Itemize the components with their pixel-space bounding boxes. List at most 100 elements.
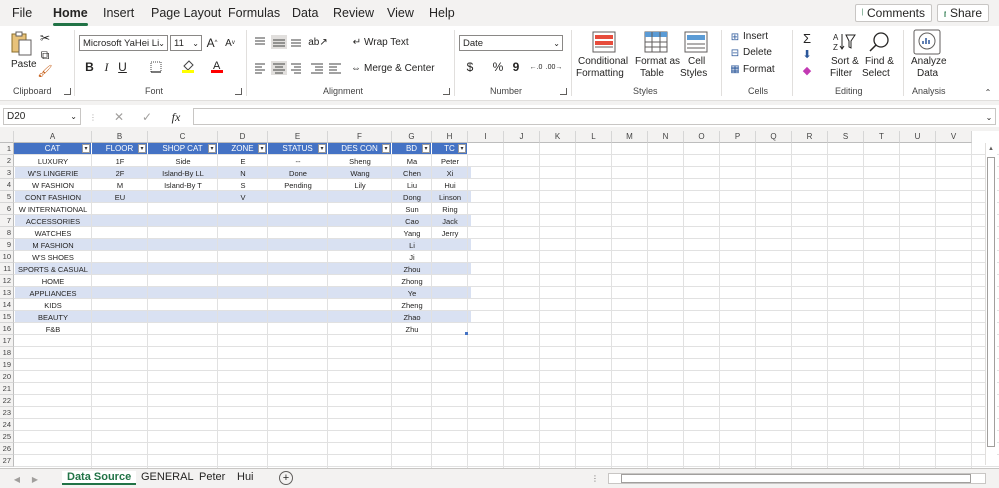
column-header[interactable]: V: [936, 131, 972, 143]
filter-label[interactable]: Filter: [830, 68, 852, 79]
table-cell[interactable]: Cao: [392, 216, 432, 227]
increase-font-icon[interactable]: A ^: [205, 35, 219, 51]
column-header[interactable]: E: [268, 131, 328, 143]
column-header[interactable]: S: [828, 131, 864, 143]
fill-color-icon[interactable]: [180, 58, 196, 74]
font-size-select[interactable]: 11 ⌄: [170, 35, 202, 51]
font-color-icon[interactable]: A: [209, 58, 225, 74]
table-cell[interactable]: Sheng: [328, 156, 392, 167]
row-header[interactable]: 13: [0, 287, 14, 299]
table-cell[interactable]: Jack: [432, 216, 468, 227]
table-header-cell[interactable]: FLOOR ▾: [92, 143, 148, 154]
row-header[interactable]: 24: [0, 419, 14, 431]
table-cell[interactable]: Ma: [392, 156, 432, 167]
cancel-icon[interactable]: ✕: [112, 110, 126, 124]
filter-dropdown-icon[interactable]: ▾: [318, 144, 326, 153]
column-header[interactable]: K: [540, 131, 576, 143]
delete-cells-icon[interactable]: ⊟: [729, 47, 741, 59]
table-cell[interactable]: APPLIANCES: [14, 288, 92, 299]
row-header[interactable]: 2: [0, 155, 14, 167]
sort-filter-icon[interactable]: AZ: [832, 31, 856, 53]
cut-icon[interactable]: ✂: [38, 31, 52, 45]
table-cell[interactable]: Xi: [432, 168, 468, 179]
table-cell[interactable]: W'S SHOES: [14, 252, 92, 263]
collapse-ribbon-icon[interactable]: ⌃: [983, 88, 993, 97]
find-select-icon[interactable]: [868, 31, 890, 53]
table-cell[interactable]: Peter: [432, 156, 468, 167]
scrollbar-thumb[interactable]: [621, 474, 971, 483]
scroll-up-icon[interactable]: ▲: [987, 145, 995, 153]
row-header[interactable]: 22: [0, 395, 14, 407]
table-cell[interactable]: Chen: [392, 168, 432, 179]
column-header[interactable]: G: [392, 131, 432, 143]
table-cell[interactable]: Linson: [432, 192, 468, 203]
format-cells-button[interactable]: Format: [743, 64, 775, 75]
tab-view[interactable]: View: [387, 6, 414, 20]
table-cell[interactable]: HOME: [14, 276, 92, 287]
row-header[interactable]: 5: [0, 191, 14, 203]
tab-data[interactable]: Data: [292, 6, 318, 20]
table-cell[interactable]: W FASHION: [14, 180, 92, 191]
fill-icon[interactable]: ⬇: [800, 47, 814, 61]
table-cell[interactable]: Ye: [392, 288, 432, 299]
name-box[interactable]: D20 ⌄: [3, 108, 81, 125]
table-cell[interactable]: SPORTS & CASUAL: [14, 264, 92, 275]
column-header[interactable]: N: [648, 131, 684, 143]
table-cell[interactable]: Lily: [328, 180, 392, 191]
conditional-formatting-icon[interactable]: [592, 31, 616, 53]
comments-button[interactable]: Comments: [855, 4, 932, 22]
row-header[interactable]: 15: [0, 311, 14, 323]
decrease-decimal-icon[interactable]: .00→: [546, 60, 563, 74]
prev-sheet-icon[interactable]: ◀: [12, 473, 22, 485]
cell-styles-icon[interactable]: [684, 31, 708, 53]
insert-function-icon[interactable]: fx: [168, 110, 184, 124]
sheet-tab-peter[interactable]: Peter: [199, 471, 225, 483]
table-cell[interactable]: W INTERNATIONAL: [14, 204, 92, 215]
sheet-tab-hui[interactable]: Hui: [237, 471, 254, 483]
row-header[interactable]: 11: [0, 263, 14, 275]
tab-review[interactable]: Review: [333, 6, 374, 20]
table-cell[interactable]: Side: [148, 156, 218, 167]
decrease-font-icon[interactable]: Av: [223, 35, 237, 51]
filter-dropdown-icon[interactable]: ▾: [382, 144, 390, 153]
table-header-cell[interactable]: TC ▾: [432, 143, 468, 154]
column-header[interactable]: R: [792, 131, 828, 143]
wrap-text-icon[interactable]: ↵: [351, 35, 363, 49]
filter-dropdown-icon[interactable]: ▾: [258, 144, 266, 153]
row-header[interactable]: 3: [0, 167, 14, 179]
more-options-icon[interactable]: ⋮: [89, 110, 97, 124]
row-header[interactable]: 23: [0, 407, 14, 419]
table-cell[interactable]: Zhao: [392, 312, 432, 323]
column-header[interactable]: B: [92, 131, 148, 143]
currency-button[interactable]: $: [462, 60, 478, 74]
row-header[interactable]: 12: [0, 275, 14, 287]
table-cell[interactable]: Liu: [392, 180, 432, 191]
table-header-cell[interactable]: CAT ▾: [14, 143, 92, 154]
analyze-data-icon[interactable]: [913, 29, 941, 55]
table-cell[interactable]: 2F: [92, 168, 148, 179]
table-cell[interactable]: Dong: [392, 192, 432, 203]
sheet-tab-data-source[interactable]: Data Source: [62, 471, 137, 485]
row-header[interactable]: 19: [0, 359, 14, 371]
merge-center-button[interactable]: Merge & Center: [364, 63, 435, 74]
column-header[interactable]: A: [14, 131, 92, 143]
table-cell[interactable]: Jerry: [432, 228, 468, 239]
copy-icon[interactable]: ⧉: [38, 48, 52, 62]
table-cell[interactable]: Sun: [392, 204, 432, 215]
table-cell[interactable]: F&B: [14, 324, 92, 335]
number-launcher-icon[interactable]: [560, 88, 567, 95]
table-cell[interactable]: S: [218, 180, 268, 191]
table-cell[interactable]: Zhou: [392, 264, 432, 275]
table-cell[interactable]: 1F: [92, 156, 148, 167]
select-label[interactable]: Select: [862, 68, 890, 79]
column-header[interactable]: M: [612, 131, 648, 143]
increase-decimal-icon[interactable]: ←.0: [528, 60, 544, 74]
row-header[interactable]: 16: [0, 323, 14, 335]
autosum-icon[interactable]: Σ: [800, 31, 814, 46]
table-cell[interactable]: E: [218, 156, 268, 167]
column-header[interactable]: H: [432, 131, 468, 143]
next-sheet-icon[interactable]: ▶: [30, 473, 40, 485]
column-header[interactable]: O: [684, 131, 720, 143]
italic-button[interactable]: I: [100, 60, 113, 74]
column-header[interactable]: Q: [756, 131, 792, 143]
